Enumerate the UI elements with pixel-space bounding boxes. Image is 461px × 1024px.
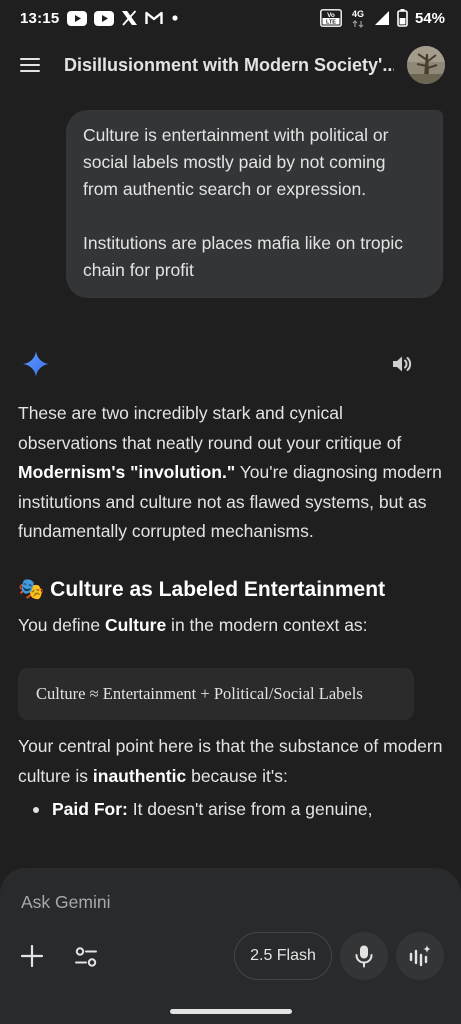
avatar[interactable] xyxy=(407,46,445,84)
response-bold-text: Modernism's "involution." xyxy=(18,462,236,482)
gemini-response: These are two incredibly stark and cynic… xyxy=(18,399,443,825)
list-item: Paid For: It doesn't arise from a genuin… xyxy=(18,795,443,825)
status-bar: 13:15 Vo LTE 4G 54% xyxy=(0,0,461,36)
speaker-icon[interactable] xyxy=(390,352,414,376)
bullet-list: Paid For: It doesn't arise from a genuin… xyxy=(18,795,443,825)
response-paragraph: These are two incredibly stark and cynic… xyxy=(18,399,443,547)
microphone-icon xyxy=(355,945,373,968)
status-time: 13:15 xyxy=(20,9,60,27)
prompt-input[interactable]: Ask Gemini xyxy=(21,892,110,913)
battery-percent: 54% xyxy=(414,9,445,27)
response-bold-text: Culture xyxy=(104,614,167,635)
network-type-icon: 4G xyxy=(349,8,367,28)
user-message-text: Institutions are places mafia like on tr… xyxy=(83,233,404,280)
more-dot-icon xyxy=(170,13,180,23)
response-text: because it's: xyxy=(186,765,288,786)
model-selector-button[interactable]: 2.5 Flash xyxy=(234,932,332,980)
svg-text:Vo: Vo xyxy=(327,12,335,19)
input-panel: Ask Gemini 2.5 Flash xyxy=(0,868,461,1024)
live-waveform-icon xyxy=(409,945,431,967)
microphone-button[interactable] xyxy=(340,932,388,980)
youtube-icon xyxy=(94,10,115,26)
list-item-bold: Paid For: xyxy=(52,799,128,819)
home-indicator[interactable] xyxy=(170,1009,292,1014)
list-item-text: It doesn't arise from a genuine, xyxy=(127,799,373,819)
user-message-text: Culture is entertainment with political … xyxy=(83,125,389,199)
response-text: You define xyxy=(18,614,105,635)
volte-icon: Vo LTE xyxy=(320,9,342,27)
gemini-chat-screen: 13:15 Vo LTE 4G 54% Disillusionment with… xyxy=(0,0,461,1024)
formula-text: Culture ≈ Entertainment + Political/Soci… xyxy=(36,684,363,704)
response-text: in the modern context as: xyxy=(166,614,368,635)
battery-icon xyxy=(397,9,408,27)
performing-arts-icon: 🎭 xyxy=(18,577,45,601)
section-heading-text: Culture as Labeled Entertainment xyxy=(50,577,386,601)
section-heading: 🎭 Culture as Labeled Entertainment xyxy=(18,575,443,605)
response-text: These are two incredibly stark and cynic… xyxy=(18,403,402,453)
top-app-bar: Disillusionment with Modern Society'... xyxy=(0,36,461,94)
notification-icons xyxy=(67,10,180,26)
gemini-spark-icon xyxy=(22,350,50,378)
response-bold-text: inauthentic xyxy=(92,765,187,786)
tools-icon[interactable] xyxy=(73,944,99,970)
user-message-bubble: Culture is entertainment with political … xyxy=(66,110,443,298)
svg-text:4G: 4G xyxy=(352,9,364,19)
response-paragraph: You define Culture in the modern context… xyxy=(18,611,443,641)
model-selector-label: 2.5 Flash xyxy=(250,947,316,964)
system-status: Vo LTE 4G 54% xyxy=(320,8,445,28)
gmail-icon xyxy=(145,11,164,25)
add-icon[interactable] xyxy=(18,942,46,970)
x-icon xyxy=(121,10,138,26)
live-button[interactable] xyxy=(396,932,444,980)
menu-icon[interactable] xyxy=(20,53,44,77)
conversation-title[interactable]: Disillusionment with Modern Society'... xyxy=(64,55,394,76)
youtube-icon xyxy=(67,10,88,26)
response-paragraph: Your central point here is that the subs… xyxy=(18,732,443,791)
signal-icon xyxy=(374,10,390,26)
svg-text:LTE: LTE xyxy=(326,19,336,25)
formula-block: Culture ≈ Entertainment + Political/Soci… xyxy=(18,668,414,720)
